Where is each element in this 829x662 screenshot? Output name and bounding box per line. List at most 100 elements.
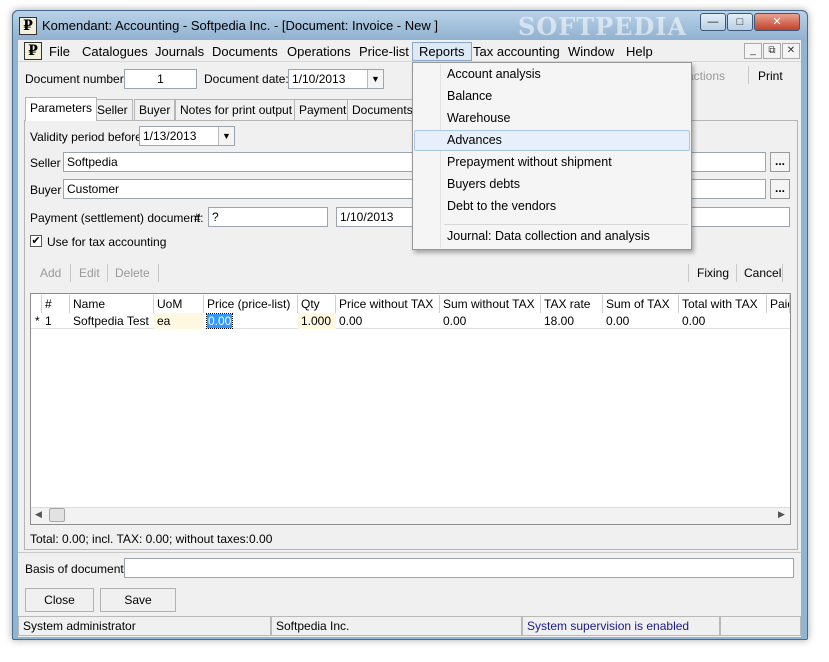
menu-item-balance[interactable]: Balance	[414, 86, 690, 107]
toolbar-separator	[782, 264, 783, 282]
close-window-button[interactable]: ✕	[754, 13, 800, 31]
document-number-field[interactable]: 1	[124, 69, 197, 89]
maximize-button[interactable]: □	[727, 13, 753, 31]
menu-item-advances[interactable]: Advances	[414, 130, 690, 151]
menu-documents[interactable]: Documents	[206, 42, 284, 61]
toolbar-separator	[70, 264, 71, 282]
menu-separator	[444, 224, 688, 225]
delete-row-button[interactable]: Delete	[111, 262, 154, 284]
row-price-selected[interactable]: 0.00	[205, 313, 234, 329]
add-row-button[interactable]: Add	[36, 262, 65, 284]
toolbar-separator	[688, 264, 689, 282]
grid-header-uom[interactable]: UoM	[154, 295, 204, 313]
menu-reports[interactable]: Reports	[412, 42, 472, 61]
grid-header-sum-without-tax[interactable]: Sum without TAX	[440, 295, 541, 313]
toolbar-separator	[107, 264, 108, 282]
status-empty	[720, 616, 801, 636]
seller-browse-button[interactable]: ...	[770, 152, 790, 172]
minimize-button[interactable]: —	[700, 13, 726, 31]
document-date-field[interactable]: 1/10/2013 ▼	[288, 69, 384, 89]
payment-hash-label: #	[194, 211, 201, 225]
row-price-without-tax[interactable]: 0.00	[336, 313, 440, 329]
fixing-button[interactable]: Fixing	[693, 262, 733, 284]
menu-item-warehouse[interactable]: Warehouse	[414, 108, 690, 129]
cancel-button[interactable]: Cancel	[740, 262, 785, 284]
print-button[interactable]: Print	[758, 69, 783, 83]
divider	[18, 552, 801, 553]
row-price-cell[interactable]: 0.00	[204, 313, 298, 329]
menu-item-buyers-debts[interactable]: Buyers debts	[414, 174, 690, 195]
status-company: Softpedia Inc.	[271, 616, 522, 636]
menu-catalogues[interactable]: Catalogues	[76, 42, 154, 61]
menu-item-account-analysis[interactable]: Account analysis	[414, 64, 690, 85]
horizontal-scrollbar[interactable]	[31, 507, 790, 524]
menu-price-list[interactable]: Price-list	[353, 42, 415, 61]
app-logo-icon: ₽	[19, 17, 37, 35]
grid-header-name[interactable]: Name	[70, 295, 154, 313]
document-date-label: Document date:	[204, 72, 289, 86]
menu-file[interactable]: File	[43, 42, 76, 61]
menu-item-vendor-debt[interactable]: Debt to the vendors	[414, 196, 690, 217]
totals-text: Total: 0.00; incl. TAX: 0.00; without ta…	[30, 532, 273, 546]
row-tax-rate[interactable]: 18.00	[541, 313, 603, 329]
tab-documents[interactable]: Documents	[347, 99, 418, 120]
document-number-label: Document number:	[25, 72, 128, 86]
menu-operations[interactable]: Operations	[281, 42, 357, 61]
document-date-value: 1/10/2013	[292, 72, 346, 86]
validity-label: Validity period before	[30, 130, 142, 144]
window-title: Komendant: Accounting - Softpedia Inc. -…	[42, 18, 438, 33]
row-total-with-tax[interactable]: 0.00	[679, 313, 767, 329]
menu-window[interactable]: Window	[562, 42, 620, 61]
close-button[interactable]: Close	[25, 588, 94, 612]
menu-help[interactable]: Help	[620, 42, 659, 61]
grid-header-paid[interactable]: Paid	[767, 295, 790, 313]
grid-header-total-with-tax[interactable]: Total with TAX	[679, 295, 767, 313]
mdi-close-button[interactable]: ✕	[782, 43, 800, 59]
buyer-browse-button[interactable]: ...	[770, 179, 790, 199]
tab-notes[interactable]: Notes for print output	[175, 99, 298, 120]
payment-document-label: Payment (settlement) document:	[30, 211, 204, 225]
chevron-down-icon[interactable]: ▼	[218, 127, 234, 145]
grid-header-indicator	[31, 295, 42, 313]
edit-row-button[interactable]: Edit	[75, 262, 104, 284]
menu-item-journal-data[interactable]: Journal: Data collection and analysis	[414, 226, 690, 247]
document-icon[interactable]: ₽	[24, 42, 42, 60]
row-qty[interactable]: 1.000	[298, 313, 336, 329]
tab-payment[interactable]: Payment	[294, 99, 352, 120]
grid-header-tax-rate[interactable]: TAX rate	[541, 295, 603, 313]
row-sum-without-tax[interactable]: 0.00	[440, 313, 541, 329]
basis-label: Basis of document:	[25, 562, 128, 576]
buyer-label: Buyer	[30, 183, 62, 197]
scroll-left-icon[interactable]: ◀	[35, 509, 42, 520]
grid-header-number[interactable]: #	[42, 295, 70, 313]
toolbar-separator	[748, 66, 749, 84]
row-number[interactable]: 1	[42, 313, 70, 329]
grid-header-qty[interactable]: Qty	[298, 295, 336, 313]
row-marker: *	[35, 314, 40, 328]
row-uom[interactable]: ea	[154, 313, 204, 329]
tab-buyer[interactable]: Buyer	[134, 99, 176, 120]
grid-header-sum-of-tax[interactable]: Sum of TAX	[603, 295, 679, 313]
payment-number-field[interactable]: ?	[208, 207, 328, 227]
mdi-restore-button[interactable]: ⧉	[763, 43, 781, 59]
save-button[interactable]: Save	[100, 588, 176, 612]
menu-item-prepayment[interactable]: Prepayment without shipment	[414, 152, 690, 173]
scrollbar-thumb[interactable]	[49, 508, 65, 522]
row-sum-of-tax[interactable]: 0.00	[603, 313, 679, 329]
row-name[interactable]: Softpedia Test	[70, 313, 154, 329]
grid-header-price[interactable]: Price (price-list)	[204, 295, 298, 313]
use-tax-checkbox[interactable]: ✔	[30, 235, 42, 247]
menu-tax-accounting[interactable]: Tax accounting	[467, 42, 566, 61]
status-supervision[interactable]: System supervision is enabled	[522, 616, 720, 636]
tab-seller[interactable]: Seller	[92, 99, 133, 120]
basis-field[interactable]	[124, 558, 794, 578]
grid-header-price-without-tax[interactable]: Price without TAX	[336, 295, 440, 313]
chevron-down-icon[interactable]: ▼	[367, 70, 383, 88]
validity-date-field[interactable]: 1/13/2013 ▼	[139, 126, 235, 146]
tab-parameters[interactable]: Parameters	[25, 97, 98, 121]
validity-date-value: 1/13/2013	[143, 129, 197, 143]
menu-journals[interactable]: Journals	[149, 42, 210, 61]
scroll-right-icon[interactable]: ▶	[778, 509, 785, 520]
mdi-minimize-button[interactable]: _	[744, 43, 762, 59]
toolbar-separator	[158, 264, 159, 282]
